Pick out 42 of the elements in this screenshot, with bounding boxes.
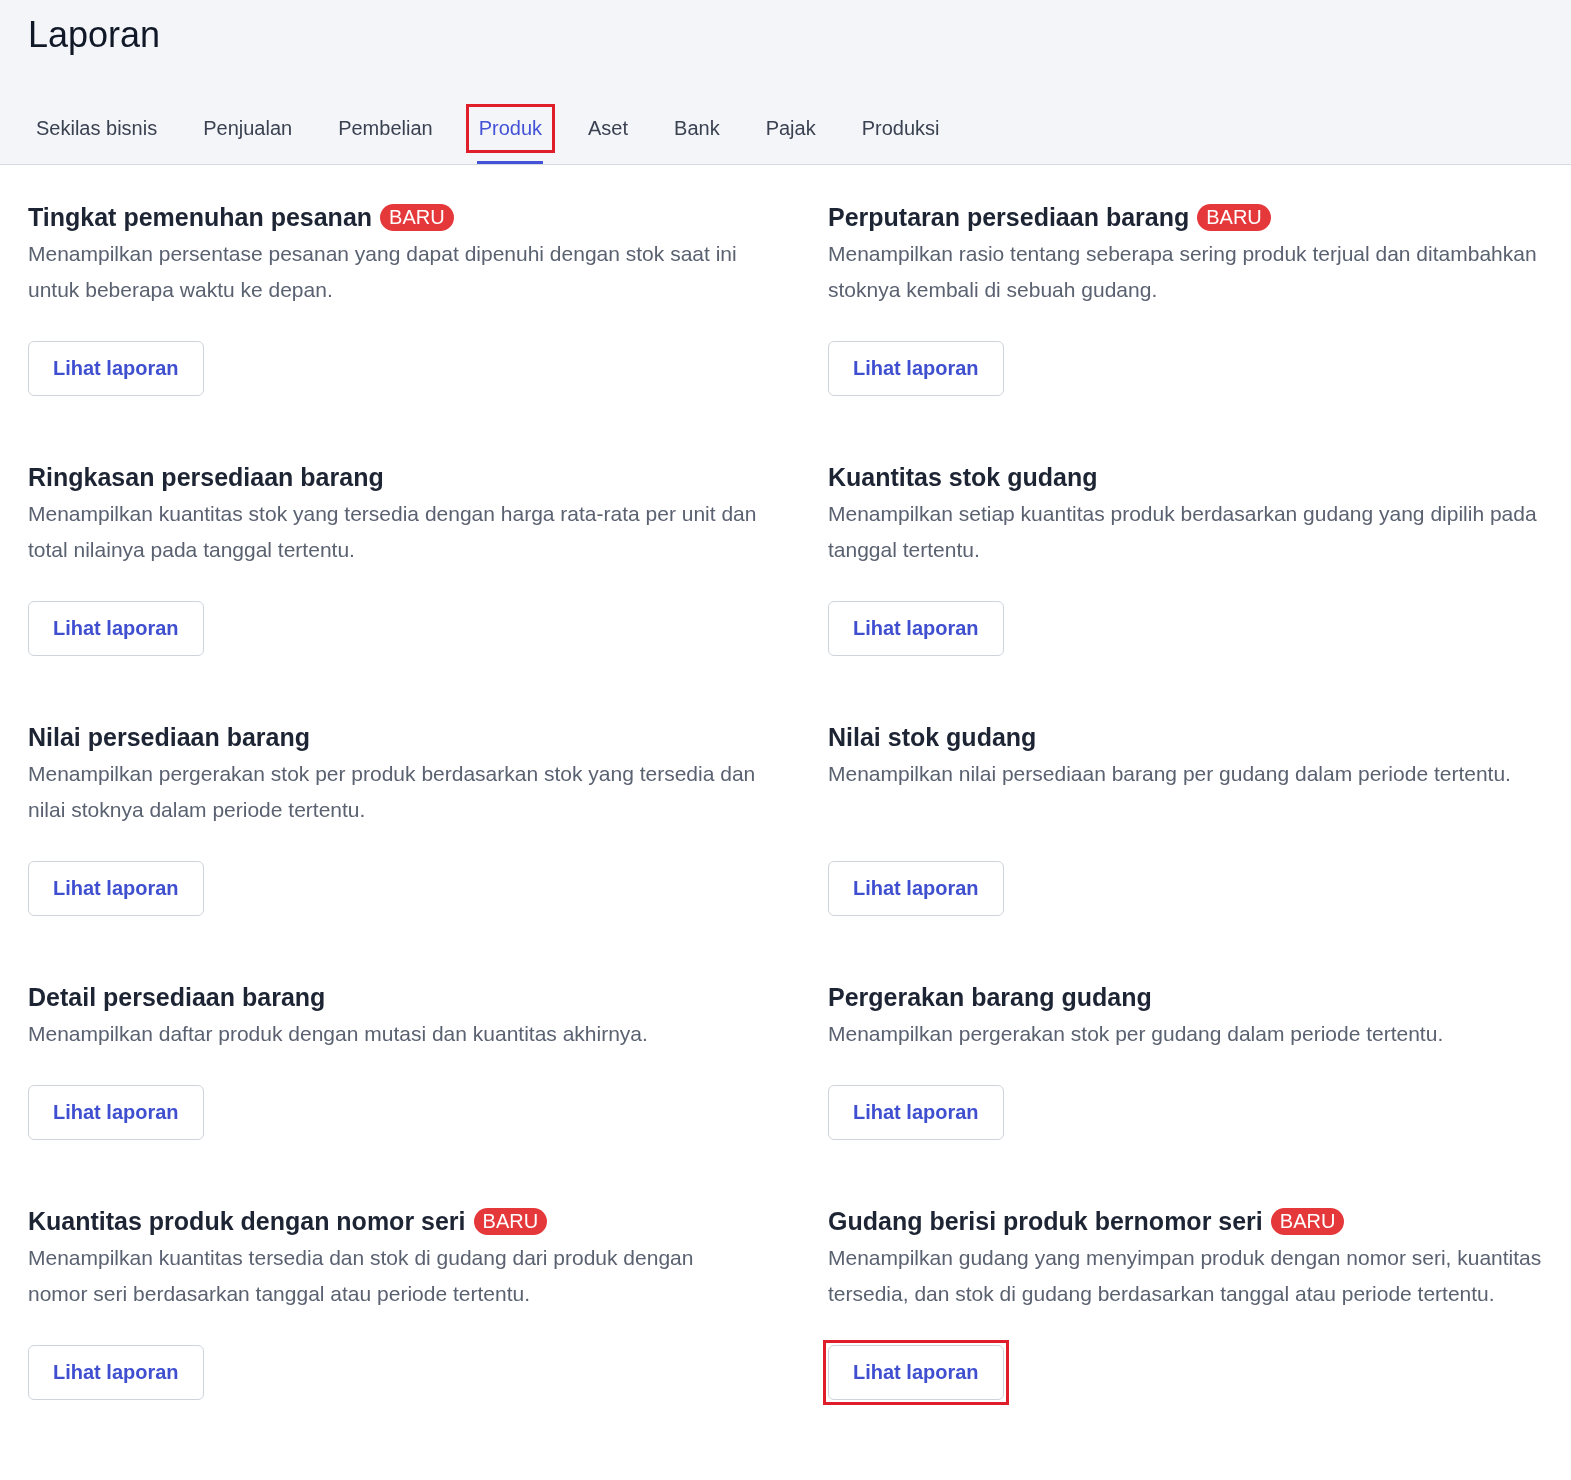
tab[interactable]: Pajak [752, 104, 829, 164]
report-description: Menampilkan persentase pesanan yang dapat dipenuhi dengan stok saat ini untuk beberapa waktu ke depan. [28, 241, 738, 303]
report-title: Nilai persediaan barang [28, 723, 311, 752]
view-report-button[interactable]: Lihat laporan [28, 1345, 204, 1400]
tab[interactable]: Pembelian [325, 104, 446, 164]
report-description: Menampilkan daftar produk dengan mutasi dan kuantitas akhirnya. [28, 1021, 649, 1047]
view-report-button[interactable]: Lihat laporan [828, 341, 1004, 396]
view-report-button[interactable]: Lihat laporan [828, 1085, 1004, 1140]
new-badge: BARU [1197, 204, 1271, 231]
report-title: Pergerakan barang gudang [828, 983, 1152, 1012]
report-title: Gudang berisi produk bernomor seri [828, 1207, 1263, 1236]
report-description: Menampilkan rasio tentang seberapa sering produk terjual dan ditambahkan stoknya kembali di sebuah gudang. [828, 241, 1538, 303]
tab[interactable]: Aset [575, 104, 642, 164]
report-title: Detail persediaan barang [28, 983, 326, 1012]
report-description: Menampilkan gudang yang menyimpan produk dengan nomor seri, kuantitas tersedia, dan stok di gudang berdasarkan tanggal atau periode tertentu. [828, 1245, 1543, 1307]
view-report-button[interactable]: Lihat laporan [828, 601, 1004, 656]
report-description: Menampilkan setiap kuantitas produk berdasarkan gudang yang dipilih pada tanggal tertentu. [828, 501, 1538, 563]
new-badge: BARU [473, 1208, 548, 1235]
tab[interactable]: Penjualan [190, 104, 306, 164]
report-title: Ringkasan persediaan barang [28, 463, 384, 492]
new-badge: BARU [1270, 1208, 1345, 1235]
new-badge: BARU [380, 204, 454, 231]
view-report-button[interactable]: Lihat laporan [28, 1085, 204, 1140]
report-description: Menampilkan kuantitas tersedia dan stok di gudang dari produk dengan nomor seri berdasarkan tanggal atau periode tertentu. [28, 1245, 695, 1307]
page-title: Laporan [28, 14, 162, 56]
report-description: Menampilkan kuantitas stok yang tersedia dengan harga rata-rata per unit dan total nilainya pada tanggal tertentu. [28, 501, 758, 563]
report-title: Perputaran persediaan barang [828, 203, 1190, 232]
report-description: Menampilkan nilai persediaan barang per gudang dalam periode tertentu. [828, 761, 1512, 787]
report-title: Nilai stok gudang [828, 723, 1037, 752]
report-title: Kuantitas produk dengan nomor seri [28, 1207, 466, 1236]
tab[interactable]: Sekilas bisnis [23, 104, 171, 164]
view-report-button[interactable]: Lihat laporan [28, 861, 204, 916]
report-description: Menampilkan pergerakan stok per gudang dalam periode tertentu. [828, 1021, 1445, 1047]
report-description: Menampilkan pergerakan stok per produk berdasarkan stok yang tersedia dan nilai stoknya dalam periode tertentu. [28, 761, 757, 823]
view-report-button[interactable]: Lihat laporan [828, 861, 1004, 916]
tab[interactable]: Bank [661, 104, 733, 164]
view-report-button[interactable]: Lihat laporan [28, 341, 204, 396]
tab[interactable]: Produksi [848, 104, 953, 164]
report-title: Kuantitas stok gudang [828, 463, 1098, 492]
view-report-button[interactable]: Lihat laporan [28, 601, 204, 656]
view-report-button[interactable]: Lihat laporan [828, 1345, 1004, 1400]
report-title: Tingkat pemenuhan pesanan [28, 203, 373, 232]
